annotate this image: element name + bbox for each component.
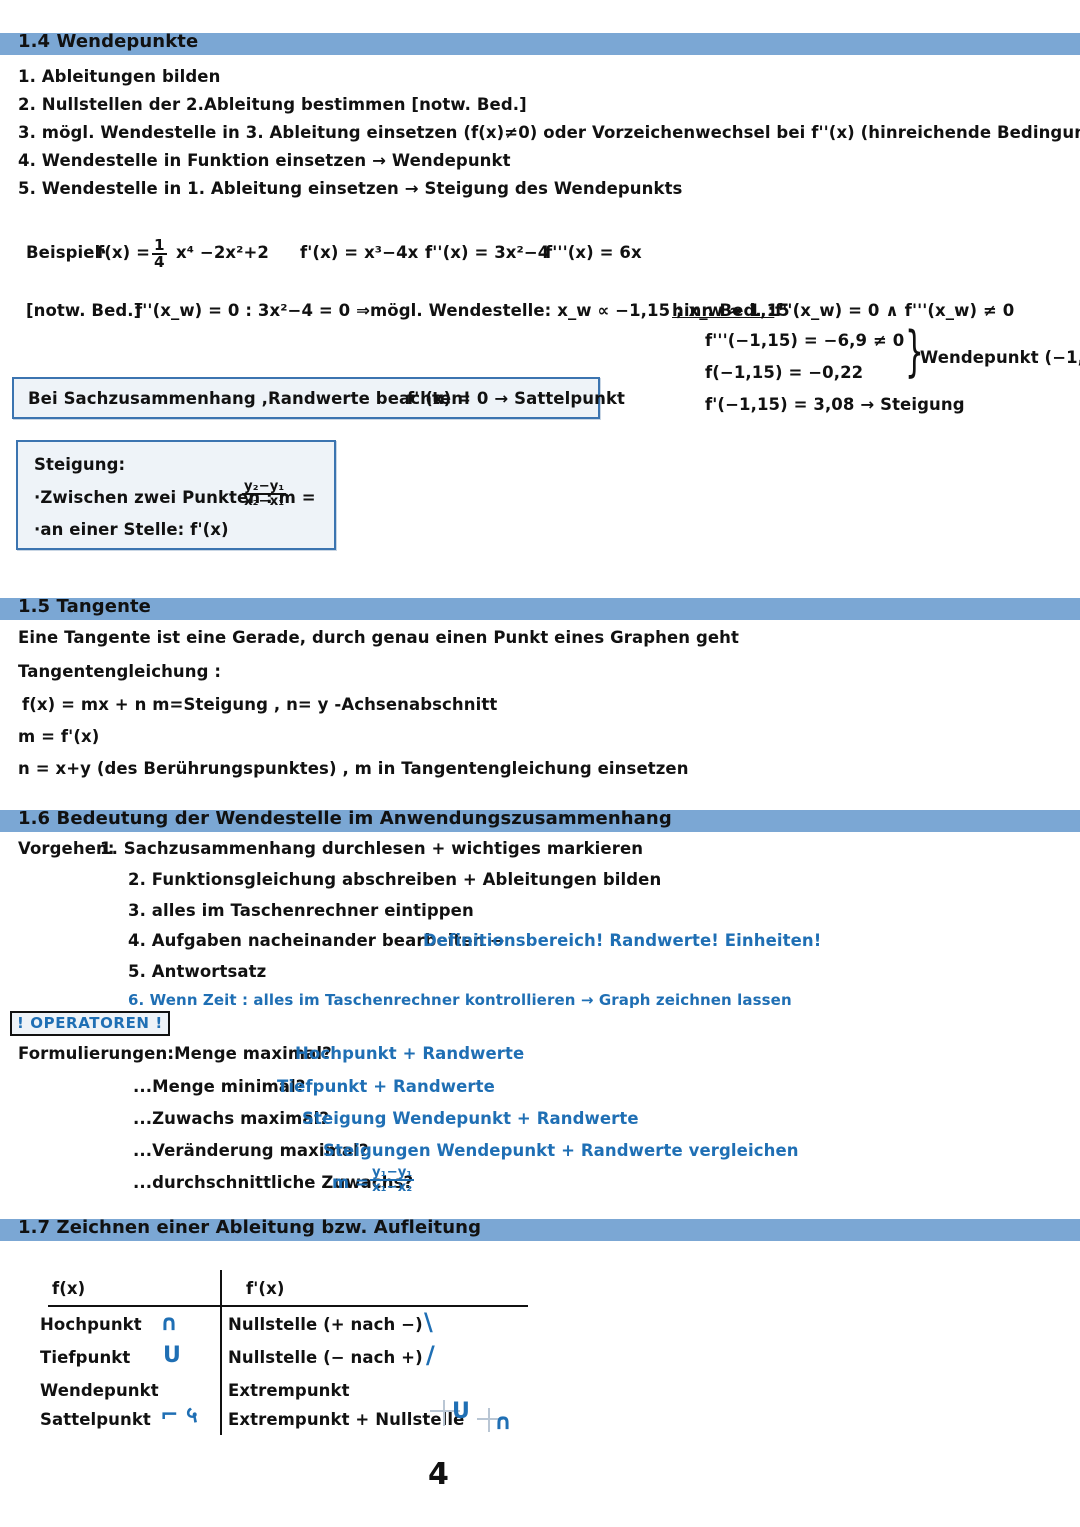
callout-sachzusammenhang-text: Bei Sachzusammenhang ,Randwerte beachten…: [28, 389, 471, 408]
table-row-1-left: Hochpunkt: [40, 1315, 142, 1334]
step-1-4-1: 1. Ableitungen bilden: [18, 67, 221, 86]
vorgehen-step-4-highlight: Definitionsbereich! Randwerte! Einheiten…: [423, 931, 822, 950]
formulierung-a-5: m =: [332, 1173, 370, 1192]
callout-steigung-title: Steigung:: [34, 455, 126, 474]
section-heading-1-6: 1.6 Bedeutung der Wendestelle im Anwendu…: [18, 808, 672, 829]
step-1-4-3: 3. mögl. Wendestelle in 3. Ableitung ein…: [18, 123, 1080, 142]
tangente-line-2: Tangentengleichung :: [18, 662, 222, 681]
table-header-fprime: f'(x): [246, 1279, 285, 1298]
callout-steigung-fraction: y₂−y₁ x₂−x₁: [242, 479, 287, 509]
page-number: 4: [428, 1457, 449, 1492]
tangente-line-5: n = x+y (des Berührungspunktes) , m in T…: [18, 759, 689, 778]
callout-sachzusammenhang: Bei Sachzusammenhang ,Randwerte beachten…: [12, 377, 625, 419]
example-fraction: 1 4: [152, 236, 167, 272]
vorgehen-step-1: 1. Sachzusammenhang durchlesen + wichtig…: [100, 839, 644, 858]
example-f-prefix: f(x) =: [97, 243, 151, 262]
formulierung-a-2: Tiefpunkt + Randwerte: [277, 1077, 495, 1096]
tangente-line-1: Eine Tangente ist eine Gerade, durch gen…: [18, 628, 739, 647]
callout-sachzusammenhang-formula: f' (x) = 0 → Sattelpunkt: [407, 389, 626, 408]
steigung-fraction-denominator: x₂−x₁: [242, 493, 287, 509]
table-row-3-right: Extrempunkt: [228, 1381, 350, 1400]
table-divider-vertical: [220, 1270, 222, 1435]
operatoren-tag: ! OPERATOREN !: [10, 1011, 170, 1036]
hinr-bed-condition: f''(x_w) = 0 ∧ f'''(x_w) ≠ 0: [775, 301, 1015, 320]
formulierung-q-3: ...Zuwachs maximal?: [133, 1109, 330, 1128]
section-heading-1-5: 1.5 Tangente: [18, 596, 151, 617]
formulierung-a-3: Steigung Wendepunkt + Randwerte: [302, 1109, 639, 1128]
extrem-null-u-icon: U: [452, 1399, 470, 1424]
table-header-fx: f(x): [52, 1279, 86, 1298]
example-label: Beispiel·: [26, 243, 107, 262]
table-divider-horizontal: [48, 1305, 528, 1307]
section-heading-1-4: 1.4 Wendepunkte: [18, 31, 199, 52]
example-second-derivative: f''(x) = 3x²−4: [425, 243, 550, 262]
hinr-bed-line2: f(−1,15) = −0,22: [705, 363, 864, 382]
example-fraction-numerator: 1: [154, 236, 165, 254]
callout-steigung: Steigung: ·Zwischen zwei Punkten : m = y…: [16, 440, 336, 550]
steigung-fraction-numerator: y₂−y₁: [244, 479, 285, 494]
vorgehen-step-3: 3. alles im Taschenrechner eintippen: [128, 901, 474, 920]
formulierung-a-1: Hochpunkt + Randwerte: [295, 1044, 525, 1063]
example-third-derivative: f'''(x) = 6x: [545, 243, 642, 262]
section-heading-1-7: 1.7 Zeichnen einer Ableitung bzw. Auflei…: [18, 1217, 482, 1238]
formulierung-5-fraction-denominator: x₁−x₂: [370, 1179, 415, 1195]
example-first-derivative: f'(x) = x³−4x: [300, 243, 419, 262]
vorgehen-step-6: 6. Wenn Zeit : alles im Taschenrechner k…: [128, 991, 792, 1009]
axis-tick-2-icon: [443, 1400, 445, 1426]
formulierung-a-4: Steigungen Wendepunkt + Randwerte vergle…: [323, 1141, 799, 1160]
example-fraction-denominator: 4: [152, 253, 167, 272]
step-1-4-5: 5. Wendestelle in 1. Ableitung einsetzen…: [18, 179, 683, 198]
section-bar-1-5: [0, 598, 1080, 620]
table-row-2-left: Tiefpunkt: [40, 1348, 131, 1367]
formulierung-5-fraction-numerator: y₁−y₁: [372, 1165, 413, 1180]
rising-slope-icon: /: [426, 1341, 435, 1369]
hinr-bed-line1: f'''(−1,15) = −6,9 ≠ 0: [705, 331, 905, 350]
table-row-4-right: Extrempunkt + Nullstelle: [228, 1410, 465, 1429]
hinr-bed-result: Wendepunkt (−1,15/−0,22): [920, 348, 1080, 367]
table-row-3-left: Wendepunkt: [40, 1381, 159, 1400]
tangente-line-3: f(x) = mx + n m=Steigung , n= y -Achsena…: [22, 695, 498, 714]
step-1-4-4: 4. Wendestelle in Funktion einsetzen → W…: [18, 151, 511, 170]
formulierung-5-fraction: y₁−y₁ x₁−x₂: [370, 1165, 415, 1195]
extrem-null-n-icon: ∩: [494, 1410, 512, 1435]
hochpunkt-shape-icon: ∩: [160, 1311, 178, 1336]
formulierungen-label: Formulierungen:: [18, 1044, 174, 1063]
vorgehen-step-5: 5. Antwortsatz: [128, 962, 267, 981]
vorgehen-step-2: 2. Funktionsgleichung abschreiben + Able…: [128, 870, 662, 889]
hinr-bed-tag: hinr. Bed. :: [672, 301, 775, 320]
hinr-bed-line3: f'(−1,15) = 3,08 → Steigung: [705, 395, 965, 414]
sattelpunkt-shape-icon: ⌐ ५: [160, 1403, 198, 1428]
table-row-1-right: Nullstelle (+ nach −): [228, 1315, 423, 1334]
step-1-4-2: 2. Nullstellen der 2.Ableitung bestimmen…: [18, 95, 527, 114]
table-row-4-left: Sattelpunkt: [40, 1410, 151, 1429]
callout-steigung-item2: ·an einer Stelle: f'(x): [34, 520, 229, 539]
tiefpunkt-shape-icon: U: [163, 1343, 181, 1368]
falling-slope-icon: \: [424, 1308, 433, 1336]
axis-tick-4-icon: [488, 1408, 490, 1432]
example-f-rest: x⁴ −2x²+2: [176, 243, 269, 262]
table-row-2-right: Nullstelle (− nach +): [228, 1348, 423, 1367]
notw-bed-tag: [notw. Bed.]: [26, 301, 142, 320]
tangente-line-4: m = f'(x): [18, 727, 100, 746]
